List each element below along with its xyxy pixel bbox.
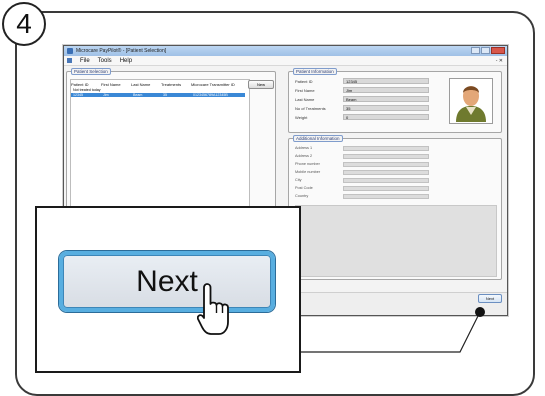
mobile-row: Mobile number (295, 169, 429, 175)
title-bar: Microcare PayPilot® - [Patient Selection… (64, 46, 507, 56)
phone-label: Phone number (295, 162, 320, 166)
info-value: 0 (343, 114, 429, 120)
city-row: City (295, 177, 429, 183)
city-field[interactable] (343, 177, 429, 183)
phone-field[interactable] (343, 161, 429, 167)
info-row-last-name: Last Name Beam (295, 96, 429, 102)
patient-information-panel: Patient Information Patient ID 12345 Fir… (288, 68, 502, 133)
info-label: Last Name (295, 96, 315, 102)
row-cell: 12345 (73, 93, 83, 97)
hand-cursor-icon (197, 283, 229, 335)
address-1-label: Address 1 (295, 146, 313, 150)
address-2-row: Address 2 (295, 153, 429, 159)
row-cell: 35 (163, 93, 167, 97)
info-value: Beam (343, 96, 429, 102)
address-2-label: Address 2 (295, 154, 313, 158)
col-last-name[interactable]: Last Name (131, 82, 161, 87)
patient-selection-legend: Patient Selection (71, 68, 111, 75)
minimize-button[interactable] (471, 47, 480, 54)
info-label: First Name (295, 87, 315, 93)
col-transmitter-id[interactable]: Microcare Transmitter ID (191, 82, 245, 87)
step-number-badge: 4 (2, 2, 46, 46)
info-row-first-name: First Name Jim (295, 87, 429, 93)
row-cell: Not treated today (73, 88, 101, 92)
col-treatments[interactable]: Treatments (161, 82, 191, 87)
window-controls (471, 47, 505, 54)
address-2-field[interactable] (343, 153, 429, 159)
menu-app-icon (67, 58, 72, 63)
window-title: Microcare PayPilot® - [Patient Selection… (76, 48, 167, 54)
callout-anchor-dot (475, 307, 485, 317)
app-icon (67, 48, 73, 54)
patient-information-legend: Patient Information (293, 68, 337, 75)
row-cell: 0123456789A12345B (193, 93, 228, 97)
country-row: Country (295, 193, 429, 199)
table-row-selected[interactable]: 12345 Jim Beam 35 0123456789A12345B (71, 93, 245, 97)
new-patient-button[interactable]: New (248, 80, 274, 89)
additional-information-legend: Additional Information (293, 135, 343, 142)
info-value: 35 (343, 105, 429, 111)
address-1-field[interactable] (343, 145, 429, 151)
menu-help[interactable]: Help (120, 58, 132, 64)
phone-row: Phone number (295, 161, 429, 167)
maximize-button[interactable] (481, 47, 490, 54)
menu-bar: File Tools Help - ✕ (64, 56, 507, 66)
post-code-row: Post Code (295, 185, 429, 191)
next-button[interactable]: Next (478, 294, 502, 303)
next-button-zoomed[interactable]: Next (59, 251, 275, 312)
user-avatar-icon (456, 86, 486, 122)
menu-tools[interactable]: Tools (98, 58, 112, 64)
row-cell: Beam (133, 93, 143, 97)
close-button[interactable] (491, 47, 505, 54)
mobile-field[interactable] (343, 169, 429, 175)
post-code-label: Post Code (295, 186, 313, 190)
country-label: Country (295, 194, 309, 198)
country-field[interactable] (343, 193, 429, 199)
info-value: Jim (343, 87, 429, 93)
info-label: No of Treatments (295, 105, 326, 111)
info-value: 12345 (343, 78, 429, 84)
zoom-callout: Next (35, 206, 301, 373)
info-label: Patient ID (295, 78, 313, 84)
city-label: City (295, 178, 302, 182)
mdi-controls[interactable]: - ✕ (496, 58, 503, 64)
info-row-treatments: No of Treatments 35 (295, 105, 429, 111)
info-row-weight: Weight 0 (295, 114, 429, 120)
address-1-row: Address 1 (295, 145, 429, 151)
additional-information-panel: Additional Information Address 1 Address… (288, 135, 502, 280)
patient-table-header: Patient ID First Name Last Name Treatmen… (71, 82, 245, 87)
post-code-field[interactable] (343, 185, 429, 191)
mobile-label: Mobile number (295, 170, 321, 174)
col-patient-id[interactable]: Patient ID (71, 82, 101, 87)
info-label: Weight (295, 114, 308, 120)
info-row-patient-id: Patient ID 12345 (295, 78, 429, 84)
row-cell: Jim (103, 93, 109, 97)
patient-avatar (449, 78, 493, 124)
col-first-name[interactable]: First Name (101, 82, 131, 87)
menu-file[interactable]: File (80, 58, 90, 64)
notes-area[interactable] (295, 205, 497, 277)
table-row[interactable]: Not treated today (71, 88, 245, 92)
